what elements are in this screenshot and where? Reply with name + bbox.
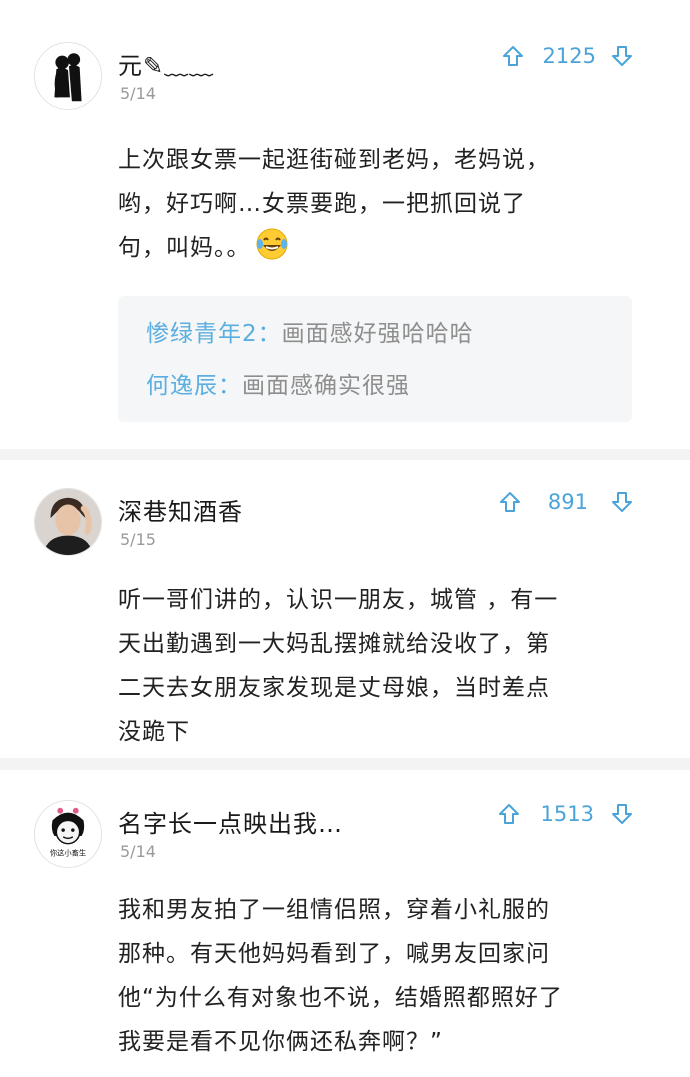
comment-line: 我要是看不见你俩还私奔啊？” xyxy=(118,1029,443,1055)
comment-date: 5/14 xyxy=(120,84,156,103)
reply-item[interactable]: 惨绿青年2：画面感好强哈哈哈 xyxy=(146,308,604,360)
avatar[interactable] xyxy=(34,42,102,110)
comment-body: 我和男友拍了一组情侣照，穿着小礼服的 那种。有天他妈妈看到了，喊男友回家问 他“… xyxy=(118,888,638,1064)
arrow-down-icon[interactable] xyxy=(610,490,634,514)
person-portrait-icon xyxy=(35,489,101,555)
vote-widget: 2125 xyxy=(501,44,634,68)
reply-username[interactable]: 何逸辰 xyxy=(146,373,218,399)
meme-face-icon: 你这小畜生 xyxy=(35,801,101,867)
comment-card: 深巷知酒香 5/15 891 听一哥们讲的，认识一朋友，城管 ，有一 天出勤遇到… xyxy=(0,460,690,758)
reply-item[interactable]: 何逸辰：画面感确实很强 xyxy=(146,360,604,412)
arrow-down-icon[interactable] xyxy=(610,44,634,68)
reply-separator: ： xyxy=(257,321,282,347)
comment-card: 你这小畜生 名字长一点映出我… 5/14 1513 我和男友拍了一组情侣照，穿着… xyxy=(0,770,690,1077)
username[interactable]: 深巷知酒香 xyxy=(118,492,243,527)
comment-body: 听一哥们讲的，认识一朋友，城管 ，有一 天出勤遇到一大妈乱摆摊就给没收了，第 二… xyxy=(118,578,638,754)
arrow-up-icon[interactable] xyxy=(497,802,521,826)
comment-line: 哟，好巧啊…女票要跑，一把抓回说了 xyxy=(118,191,526,217)
comment-line: 上次跟女票一起逛街碰到老妈，老妈说， xyxy=(118,147,550,173)
comment-line: 他“为什么有对象也不说，结婚照都照好了 xyxy=(118,985,563,1011)
reply-username[interactable]: 惨绿青年2 xyxy=(146,321,258,347)
arrow-up-icon[interactable] xyxy=(498,490,522,514)
comment-line: 听一哥们讲的，认识一朋友，城管 ，有一 xyxy=(118,587,559,613)
comment-line: 天出勤遇到一大妈乱摆摊就给没收了，第 xyxy=(118,631,550,657)
reply-separator: ： xyxy=(218,373,242,399)
comment-card: 元✎﹏﹏ 5/14 2125 上次跟女票一起逛街碰到老妈，老妈说， 哟，好巧啊…… xyxy=(0,0,690,449)
vote-widget: 891 xyxy=(498,490,634,514)
comment-body: 上次跟女票一起逛街碰到老妈，老妈说， 哟，好巧啊…女票要跑，一把抓回说了 句，叫… xyxy=(118,138,638,270)
reply-text: 画面感好强哈哈哈 xyxy=(281,321,474,347)
comment-line: 句，叫妈。。 xyxy=(118,226,638,270)
reply-box[interactable]: 惨绿青年2：画面感好强哈哈哈 何逸辰：画面感确实很强 xyxy=(118,296,632,422)
comment-line: 二天去女朋友家发现是丈母娘，当时差点 xyxy=(118,675,550,701)
comment-line: 那种。有天他妈妈看到了，喊男友回家问 xyxy=(118,941,550,967)
reply-text: 画面感确实很强 xyxy=(242,373,410,399)
arrow-up-icon[interactable] xyxy=(501,44,525,68)
avatar[interactable]: 你这小畜生 xyxy=(34,800,102,868)
avatar[interactable] xyxy=(34,488,102,556)
vote-count: 2125 xyxy=(542,44,596,68)
username[interactable]: 元✎﹏﹏ xyxy=(118,46,214,81)
comment-date: 5/14 xyxy=(120,842,156,861)
laughing-tears-emoji-icon xyxy=(256,228,287,260)
avatar-caption: 你这小畜生 xyxy=(50,848,86,857)
vote-count: 1513 xyxy=(540,802,594,826)
vote-widget: 1513 xyxy=(497,802,634,826)
comment-line: 没跪下 xyxy=(118,719,190,745)
comment-line-text: 句，叫妈。。 xyxy=(118,235,251,261)
username[interactable]: 名字长一点映出我… xyxy=(118,804,343,839)
comment-date: 5/15 xyxy=(120,530,156,549)
arrow-down-icon[interactable] xyxy=(610,802,634,826)
vote-count: 891 xyxy=(547,490,588,514)
comment-line: 我和男友拍了一组情侣照，穿着小礼服的 xyxy=(118,897,550,923)
couple-silhouette-icon xyxy=(35,43,101,109)
